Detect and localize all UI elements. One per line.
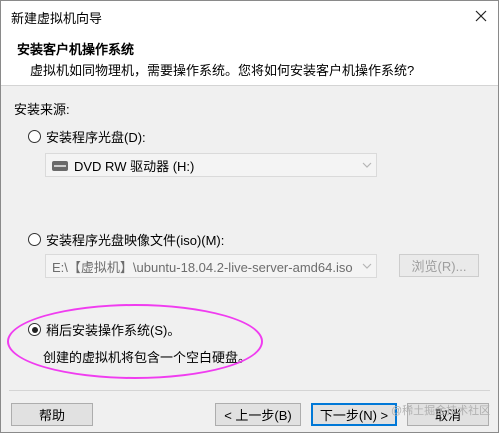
install-source-label: 安装来源: (14, 102, 70, 117)
install-later-description: 创建的虚拟机将包含一个空白硬盘。 (43, 350, 252, 365)
dvd-drive-icon (52, 161, 68, 172)
close-icon (475, 10, 487, 22)
wizard-header: 安装客户机操作系统 虚拟机如同物理机，需要操作系统。您将如何安装客户机操作系统? (1, 31, 498, 86)
radio-install-later[interactable]: 稍后安装操作系统(S)。 (28, 320, 180, 339)
disc-drive-value-wrap: DVD RW 驱动器 (H:) (46, 156, 358, 175)
cancel-button[interactable]: 取消 (407, 403, 489, 426)
close-button[interactable] (468, 5, 494, 27)
back-button[interactable]: < 上一步(B) (215, 403, 301, 426)
radio-install-later-label: 稍后安装操作系统(S)。 (46, 323, 181, 338)
window-title: 新建虚拟机向导 (11, 11, 103, 26)
next-button[interactable]: 下一步(N) > (311, 403, 397, 426)
radio-installer-disc-label: 安装程序光盘(D): (46, 130, 146, 145)
disc-drive-value: DVD RW 驱动器 (H:) (74, 158, 195, 174)
chevron-down-icon (358, 154, 376, 176)
radio-circle[interactable] (28, 130, 41, 143)
radio-iso-image[interactable]: 安装程序光盘映像文件(iso)(M): (28, 230, 224, 249)
iso-path-value: E:\【虚拟机】\ubuntu-18.04.2-live-server-amd6… (52, 259, 353, 275)
wizard-window: 新建虚拟机向导 安装客户机操作系统 虚拟机如同物理机，需要操作系统。您将如何安装… (0, 0, 499, 433)
highlight-ellipse (7, 304, 263, 379)
footer-divider (9, 390, 490, 391)
radio-circle-selected[interactable] (28, 323, 41, 336)
radio-circle[interactable] (28, 233, 41, 246)
chevron-down-icon (358, 255, 376, 277)
browse-button[interactable]: 浏览(R)... (399, 254, 479, 277)
radio-iso-image-label: 安装程序光盘映像文件(iso)(M): (46, 233, 225, 248)
help-button[interactable]: 帮助 (11, 403, 93, 426)
iso-path-combobox[interactable]: E:\【虚拟机】\ubuntu-18.04.2-live-server-amd6… (45, 254, 377, 278)
page-title: 安装客户机操作系统 (17, 42, 135, 57)
page-subtitle: 虚拟机如同物理机，需要操作系统。您将如何安装客户机操作系统? (30, 63, 415, 78)
disc-drive-select[interactable]: DVD RW 驱动器 (H:) (45, 153, 377, 177)
title-bar: 新建虚拟机向导 (1, 1, 498, 31)
radio-installer-disc[interactable]: 安装程序光盘(D): (28, 127, 146, 146)
